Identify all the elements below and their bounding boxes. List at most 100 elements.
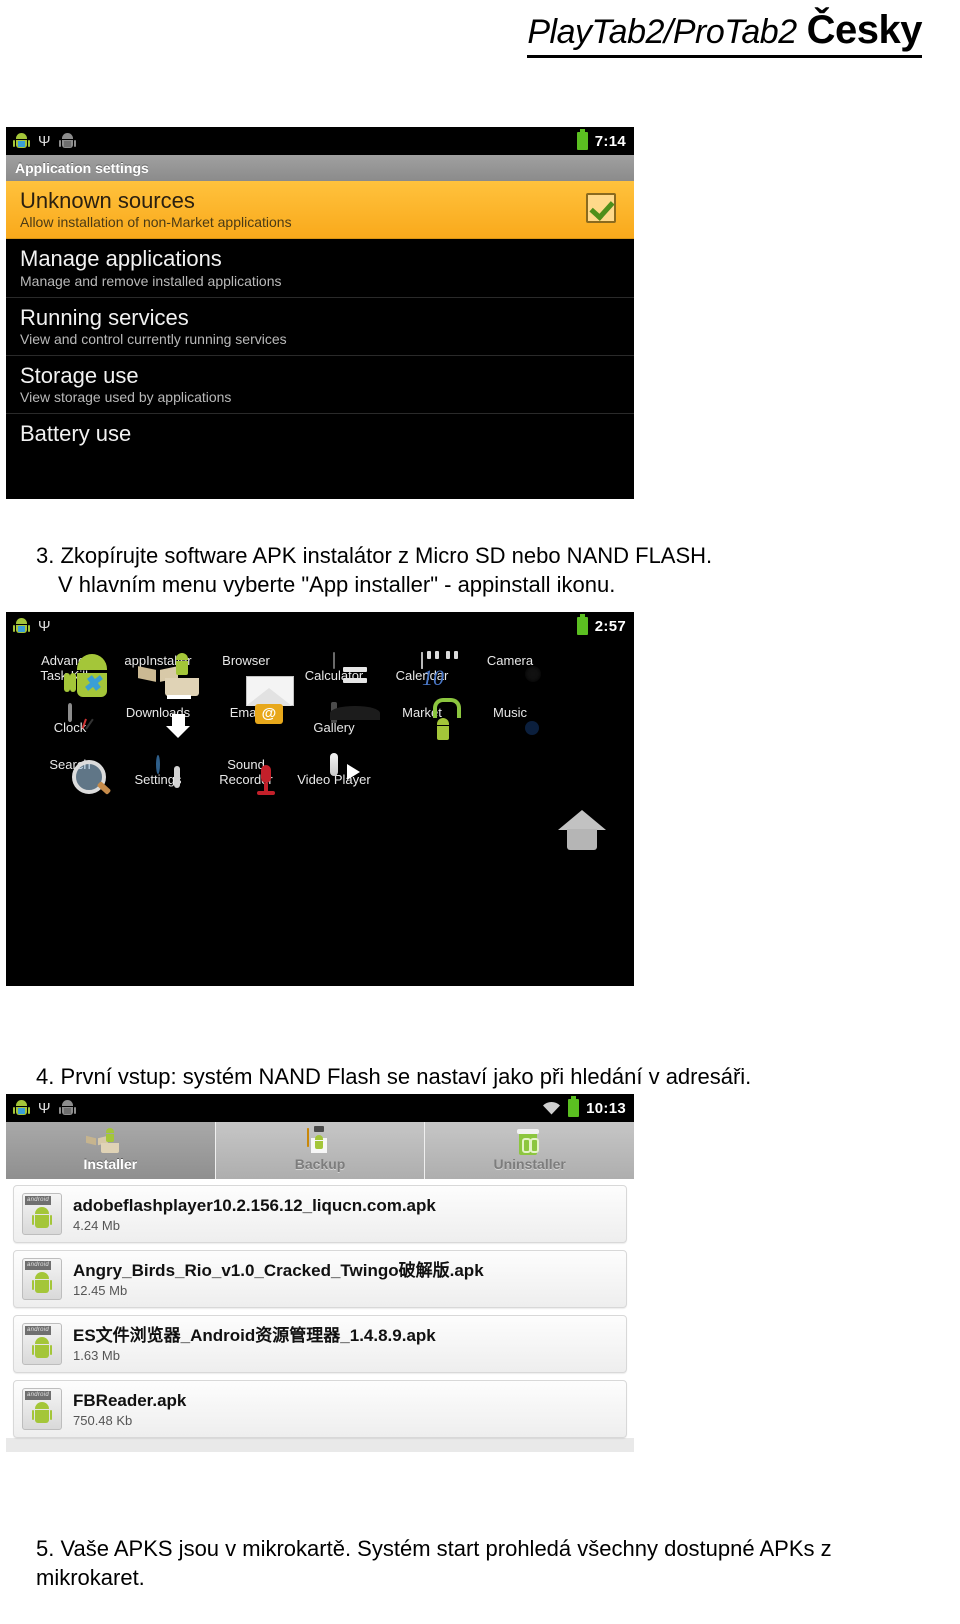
settings-row-running-services[interactable]: Running services View and control curren…	[6, 298, 634, 356]
app-label: Music	[493, 704, 527, 720]
app-music[interactable]: Music	[466, 704, 554, 736]
settings-row-title: Storage use	[20, 362, 139, 388]
step-3-paragraph: 3. Zkopírujte software APK instalátor z …	[36, 541, 926, 599]
apk-file-size: 4.24 Mb	[73, 1217, 120, 1233]
settings-row-subtitle: Allow installation of non-Market applica…	[20, 214, 292, 231]
app-calendar[interactable]: 10 Calendar	[378, 651, 466, 690]
apk-badge-label: android	[25, 1261, 51, 1270]
step-3-line-1: 3. Zkopírujte software APK instalátor z …	[36, 543, 713, 568]
app-label: Settings	[134, 771, 182, 787]
unknown-sources-checkbox[interactable]	[586, 193, 616, 223]
step-5-paragraph: 5. Vaše APKS jsou v mikrokartě. Systém s…	[36, 1534, 936, 1593]
page-header: PlayTab2/ProTab2 Česky	[0, 0, 960, 58]
settings-row-manage-applications[interactable]: Manage applications Manage and remove in…	[6, 239, 634, 298]
app-label: Camera	[486, 653, 534, 668]
android-robot-icon	[13, 1100, 30, 1116]
app-label: Sound Recorder	[219, 756, 273, 787]
page-title-language: Česky	[806, 8, 923, 52]
settings-row-title: Battery use	[20, 421, 132, 447]
app-row-3: Search Settings Sound Recorder Video Pla…	[6, 752, 634, 795]
step-5-line-1: 5. Vaše APKS jsou v mikrokartě. Systém s…	[36, 1536, 832, 1561]
settings-row-unknown-sources[interactable]: Unknown sources Allow installation of no…	[6, 181, 634, 240]
status-bar-clock: 7:14	[594, 132, 626, 150]
tab-uninstaller[interactable]: Uninstaller	[425, 1122, 634, 1179]
apk-file-name: FBReader.apk	[73, 1390, 187, 1410]
usb-icon: Ψ	[38, 132, 51, 150]
tab-label: Installer	[83, 1156, 138, 1172]
wifi-icon	[542, 1101, 561, 1115]
tab-installer[interactable]: Installer	[6, 1122, 216, 1179]
settings-row-title: Manage applications	[20, 246, 222, 272]
status-bar-clock: 10:13	[586, 1099, 626, 1117]
battery-icon	[576, 614, 588, 635]
app-sound-recorder[interactable]: Sound Recorder	[202, 756, 290, 795]
apk-file-size: 1.63 Mb	[73, 1347, 120, 1363]
apk-list-item[interactable]: android Angry_Birds_Rio_v1.0_Cracked_Twi…	[13, 1250, 627, 1308]
apk-badge-label: android	[25, 1391, 51, 1400]
installer-tab-bar: Installer Backup Uninstaller	[6, 1122, 634, 1179]
app-clock[interactable]: Clock	[26, 702, 114, 736]
app-downloads[interactable]: Downloads	[114, 694, 202, 738]
tab-backup[interactable]: Backup	[215, 1122, 426, 1179]
app-label: Clock	[53, 719, 87, 735]
apk-file-icon: android	[22, 1388, 62, 1430]
apk-list-item[interactable]: android adobeflashplayer10.2.156.12_liqu…	[13, 1185, 627, 1243]
installer-status-bar: Ψ 10:13	[6, 1094, 634, 1122]
usb-icon: Ψ	[38, 617, 51, 635]
calendar-icon: 10	[421, 651, 458, 690]
apk-file-size: 12.45 Mb	[73, 1282, 128, 1298]
clock-icon	[68, 702, 94, 730]
page-title-model: PlayTab2/ProTab2	[527, 13, 797, 51]
apk-list-item[interactable]: android ES文件浏览器_Android资源管理器_1.4.8.9.apk…	[13, 1315, 627, 1373]
apk-file-size: 750.48 Kb	[73, 1412, 133, 1428]
apk-badge-label: android	[25, 1326, 51, 1335]
app-market[interactable]: Market	[378, 697, 466, 740]
app-row-1: ✖ Advanced Task Killer appInstaller Brow…	[6, 651, 634, 697]
step-4-paragraph: 4. První vstup: systém NAND Flash se nas…	[36, 1062, 926, 1091]
installer-box-icon	[86, 1128, 123, 1155]
app-gallery[interactable]: Gallery	[290, 701, 380, 736]
status-bar-clock: 2:57	[594, 617, 626, 635]
app-calculator[interactable]: Calculator	[290, 652, 378, 684]
tab-label: Uninstaller	[493, 1156, 566, 1172]
settings-row-subtitle: Manage and remove installed applications	[20, 272, 282, 289]
settings-row-battery-use[interactable]: Battery use	[6, 414, 634, 468]
app-label: Browser	[222, 653, 270, 668]
apk-list-item[interactable]: android FBReader.apk 750.48 Kb	[13, 1380, 627, 1438]
settings-icon	[156, 754, 160, 774]
android-robot-icon	[13, 618, 30, 634]
status-bar-left-icons: Ψ	[13, 617, 51, 635]
apk-file-name: adobeflashplayer10.2.156.12_liqucn.com.a…	[73, 1195, 436, 1215]
android-debug-icon	[58, 1100, 76, 1116]
app-row-2: Clock Downloads @ Email Gallery Market M…	[6, 675, 634, 740]
app-camera[interactable]: Camera	[466, 653, 554, 684]
settings-row-title: Running services	[20, 304, 189, 330]
settings-status-bar: Ψ 7:14	[6, 127, 634, 155]
step-4-line-1: 4. První vstup: systém NAND Flash se nas…	[36, 1064, 752, 1089]
page-header-underline: PlayTab2/ProTab2 Česky	[527, 8, 923, 58]
android-debug-icon	[58, 133, 76, 149]
gallery-icon	[330, 701, 380, 723]
apk-file-name: Angry_Birds_Rio_v1.0_Cracked_Twingo破解版.a…	[73, 1260, 484, 1280]
app-email[interactable]: @ Email	[202, 675, 294, 736]
home-button[interactable]	[558, 810, 606, 852]
apk-file-icon: android	[22, 1258, 62, 1300]
battery-icon	[568, 1096, 580, 1117]
usb-icon: Ψ	[38, 1099, 51, 1117]
app-video-player[interactable]: Video Player	[290, 752, 378, 788]
video-player-icon	[330, 752, 360, 780]
backup-clipboard-icon	[307, 1126, 333, 1155]
status-bar-left-icons: Ψ	[13, 132, 76, 150]
app-settings[interactable]: Settings	[114, 754, 202, 788]
app-advanced-task-killer[interactable]: ✖ Advanced Task Killer	[26, 653, 114, 697]
app-appinstaller[interactable]: appInstaller	[114, 653, 202, 696]
app-search[interactable]: Search	[26, 757, 114, 795]
tab-label: Backup	[294, 1156, 346, 1172]
settings-title-bar: Application settings	[6, 155, 634, 181]
status-bar-right-icons: 10:13	[542, 1096, 626, 1117]
apk-file-icon: android	[22, 1193, 62, 1235]
settings-row-storage-use[interactable]: Storage use View storage used by applica…	[6, 356, 634, 415]
app-drawer-screenshot: Ψ 2:57 ✖ Advanced Task Killer appInstall…	[6, 612, 634, 986]
uninstaller-trash-icon	[516, 1129, 543, 1155]
step-5-line-2: mikrokaret.	[36, 1565, 145, 1591]
